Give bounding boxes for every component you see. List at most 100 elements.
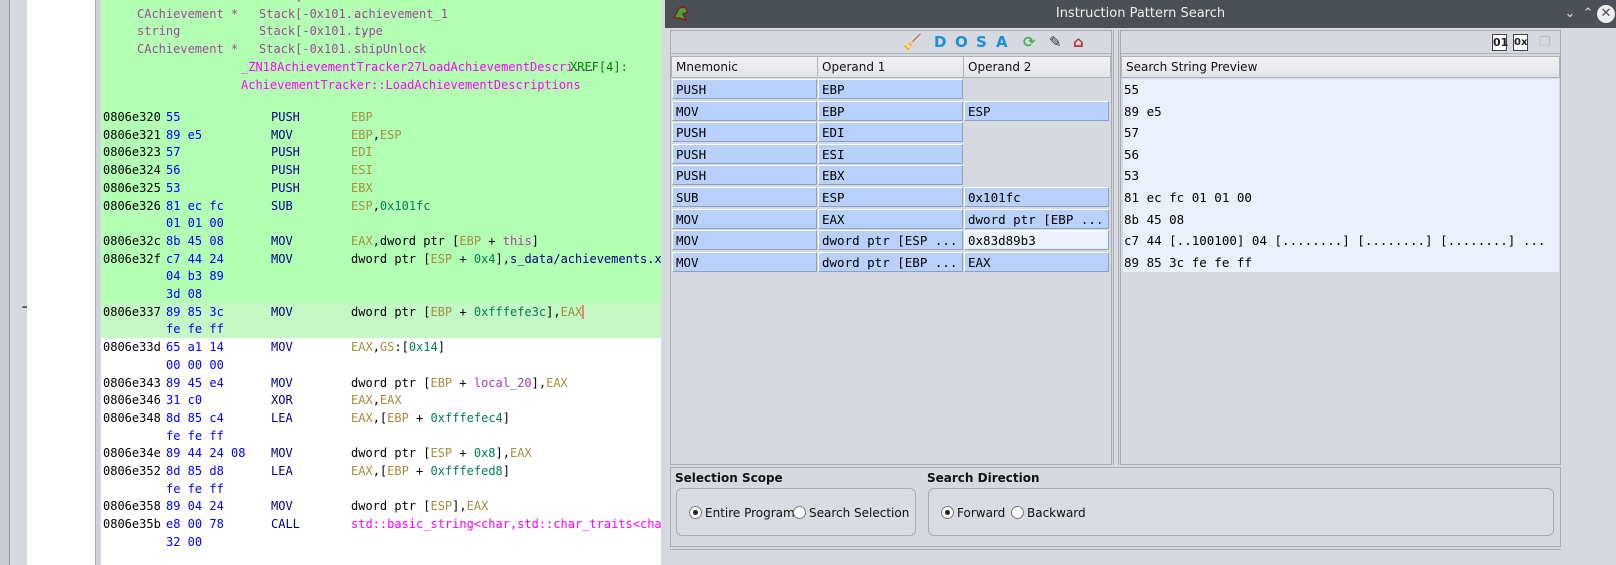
instruction-continuation[interactable]: 04 b3 89 [101, 267, 661, 285]
stack-variable-row[interactable]: CAchievement * Stack[-0x101... shipUnlock [101, 40, 661, 58]
reload-icon[interactable]: ⟳ [1023, 33, 1036, 52]
hex-view-icon[interactable]: 0x [1513, 34, 1528, 51]
radio-backward[interactable]: Backward [1011, 506, 1086, 520]
instruction-table-row[interactable]: MOV EAX dword ptr [EBP ... [671, 208, 1111, 230]
radio-entire-program[interactable]: Entire Program [689, 506, 795, 520]
instruction-table-row[interactable]: PUSH EDI [671, 122, 1111, 143]
instruction-mnemonic: PUSH [271, 163, 300, 178]
instruction-bytes: 89 45 e4 [166, 375, 224, 390]
copy-icon[interactable]: ❐ [1539, 33, 1551, 52]
mnemonic-cell[interactable]: MOV [672, 251, 817, 272]
instruction-table-row[interactable]: PUSH EBP [671, 79, 1111, 100]
operand-1-cell[interactable]: dword ptr [EBP ... [818, 251, 963, 272]
mask-addresses-button[interactable]: A [996, 33, 1008, 52]
operand-token: + [452, 446, 474, 461]
mnemonic-cell[interactable]: PUSH [672, 165, 817, 186]
stack-variable-row[interactable]: string Stack[-0x101... type [101, 22, 661, 40]
instruction-row[interactable]: 8b 45 08 0806e32c MOV EAX,dword ptr [EBP + … [101, 232, 661, 250]
mask-data-button[interactable]: D [934, 33, 946, 52]
instruction-row[interactable]: c7 44 24 0806e32f MOV dword ptr [ESP + 0x4]… [101, 250, 661, 268]
home-icon[interactable]: ⌂ [1073, 33, 1084, 52]
operand-token: ESP [430, 446, 453, 461]
instruction-row[interactable]: 57 0806e323 PUSH EDI [101, 143, 661, 161]
mnemonic-cell[interactable]: MOV [672, 100, 817, 121]
instruction-row[interactable]: 89 04 24 0806e358 MOV dword ptr [ESP],EAX [101, 497, 661, 515]
column-search-string-preview[interactable]: Search String Preview [1122, 57, 1559, 77]
mnemonic-cell[interactable]: MOV [672, 208, 817, 229]
instruction-row[interactable]: 53 0806e325 PUSH EBX [101, 179, 661, 197]
instruction-row[interactable]: 31 c0 0806e346 XOR EAX,EAX [101, 391, 661, 409]
instruction-table-row[interactable]: MOV dword ptr [EBP ... EAX [671, 251, 1111, 273]
instruction-row[interactable]: 89 e5 0806e321 MOV EBP,ESP [101, 126, 661, 144]
operand-2-cell[interactable]: 0x101fc [964, 187, 1109, 207]
instruction-row[interactable]: 89 45 e4 0806e343 MOV dword ptr [EBP + loca… [101, 374, 661, 392]
instruction-row[interactable]: e8 00 78 0806e35b CALL std::basic_string<ch… [101, 515, 661, 533]
instruction-continuation[interactable]: fe fe ff [101, 427, 661, 445]
mask-scalars-button[interactable]: S [976, 33, 987, 52]
instruction-address: 0806e348 [103, 410, 161, 425]
radio-forward[interactable]: Forward [941, 506, 1005, 520]
close-icon[interactable]: ✕ [1597, 5, 1615, 23]
maximize-icon[interactable]: ⌃ [1578, 4, 1598, 24]
instruction-table-row[interactable]: PUSH ESI [671, 143, 1111, 165]
operand-token: dword ptr [ [351, 251, 431, 266]
instruction-mnemonic: MOV [271, 446, 293, 461]
instruction-continuation[interactable]: 01 01 00 [101, 214, 661, 232]
instruction-table-row[interactable]: PUSH EBX [671, 165, 1111, 186]
column-operand-2[interactable]: Operand 2 [964, 57, 1110, 77]
binary-view-icon[interactable]: 01 [1492, 34, 1508, 51]
listing-divider[interactable] [95, 0, 100, 565]
operand-1-cell[interactable]: ESP [818, 187, 963, 207]
mnemonic-cell[interactable]: SUB [672, 187, 817, 207]
instruction-row[interactable]: 8d 85 c4 0806e348 LEA EAX,[EBP + 0xfffefec4… [101, 409, 661, 427]
operand-1-cell[interactable]: EBP [818, 79, 963, 99]
column-mnemonic[interactable]: Mnemonic [672, 57, 818, 77]
search-string-preview[interactable]: 55 89 e5 57 56 53 81 ec fc 01 01 00 8b 45 08 c7… [1123, 79, 1559, 272]
instruction-continuation[interactable]: fe fe ff [101, 320, 661, 338]
function-signature-row[interactable]: AchievementTracker::LoadAchievementDescr… [101, 76, 661, 94]
radio-search-selection[interactable]: Search Selection [793, 506, 909, 520]
instruction-row[interactable]: 81 ec fc 0806e326 SUB ESP,0x101fc [101, 197, 661, 215]
operand-2-cell[interactable]: ESP [964, 100, 1109, 121]
instruction-table-row[interactable]: MOV EBP ESP [671, 100, 1111, 122]
operand-1-cell[interactable]: dword ptr [ESP ... [818, 230, 963, 251]
instruction-row[interactable]: 55 0806e320 PUSH EBP [101, 108, 661, 126]
function-label-row[interactable]: _ZN18AchievementTracker27LoadAchievement… [101, 58, 661, 76]
operand-1-cell[interactable]: EBP [818, 100, 963, 121]
operand-1-cell[interactable]: EAX [818, 208, 963, 229]
code-listing[interactable]: CAchievement * Stack[-0x101... achievement… [101, 0, 661, 565]
instruction-table-row[interactable]: SUB ESP 0x101fc [671, 187, 1111, 208]
instruction-row[interactable]: 65 a1 14 0806e33d MOV EAX,GS:[0x14] [101, 338, 661, 356]
instruction-row[interactable]: 56 0806e324 PUSH ESI [101, 161, 661, 179]
operand-1-cell[interactable]: EBX [818, 165, 963, 186]
mask-operands-button[interactable]: O [955, 33, 968, 52]
stack-variable-row[interactable]: CAchievement * Stack[-0x101... achievement… [101, 5, 661, 23]
instruction-bytes: fe fe ff [166, 481, 224, 496]
minimize-icon[interactable]: ⌄ [1560, 4, 1580, 24]
mnemonic-cell[interactable]: PUSH [672, 79, 817, 99]
instruction-row[interactable]: 89 44 24 08 0806e34e MOV dword ptr [ESP + 0… [101, 444, 661, 462]
mnemonic-cell[interactable]: MOV [672, 230, 817, 251]
instruction-row[interactable]: 89 85 3c 0806e337 MOV dword ptr [EBP + 0xff… [101, 303, 661, 321]
panel-splitter[interactable] [1113, 30, 1119, 465]
instruction-table-row[interactable]: MOV dword ptr [ESP ... 0x83d89b3 [671, 230, 1111, 251]
operand-2-cell[interactable]: dword ptr [EBP ... [964, 208, 1109, 229]
instruction-continuation[interactable]: 32 00 [101, 533, 661, 551]
mnemonic-cell[interactable]: PUSH [672, 122, 817, 143]
column-operand-1[interactable]: Operand 1 [818, 57, 964, 77]
preview-line: 57 [1124, 125, 1140, 141]
operand-2-cell[interactable]: EAX [964, 251, 1109, 272]
instruction-continuation[interactable]: 3d 08 [101, 285, 661, 303]
mnemonic-cell[interactable]: PUSH [672, 143, 817, 164]
ghidra-dragon-icon [672, 6, 690, 22]
edit-icon[interactable]: ✎ [1049, 33, 1062, 52]
clear-broom-icon[interactable]: 🧹 [903, 33, 922, 52]
operand-1-cell[interactable]: EDI [818, 122, 963, 143]
instruction-bytes: 89 e5 [166, 127, 203, 142]
instruction-continuation[interactable]: 00 00 00 [101, 356, 661, 374]
instruction-continuation[interactable]: fe fe ff [101, 480, 661, 498]
operand-2-cell[interactable]: 0x83d89b3 [964, 230, 1109, 251]
instruction-row[interactable]: 8d 85 d8 0806e352 LEA EAX,[EBP + 0xfffefed8… [101, 462, 661, 480]
operand-1-cell[interactable]: ESI [818, 143, 963, 164]
preview-line: 53 [1124, 168, 1140, 184]
